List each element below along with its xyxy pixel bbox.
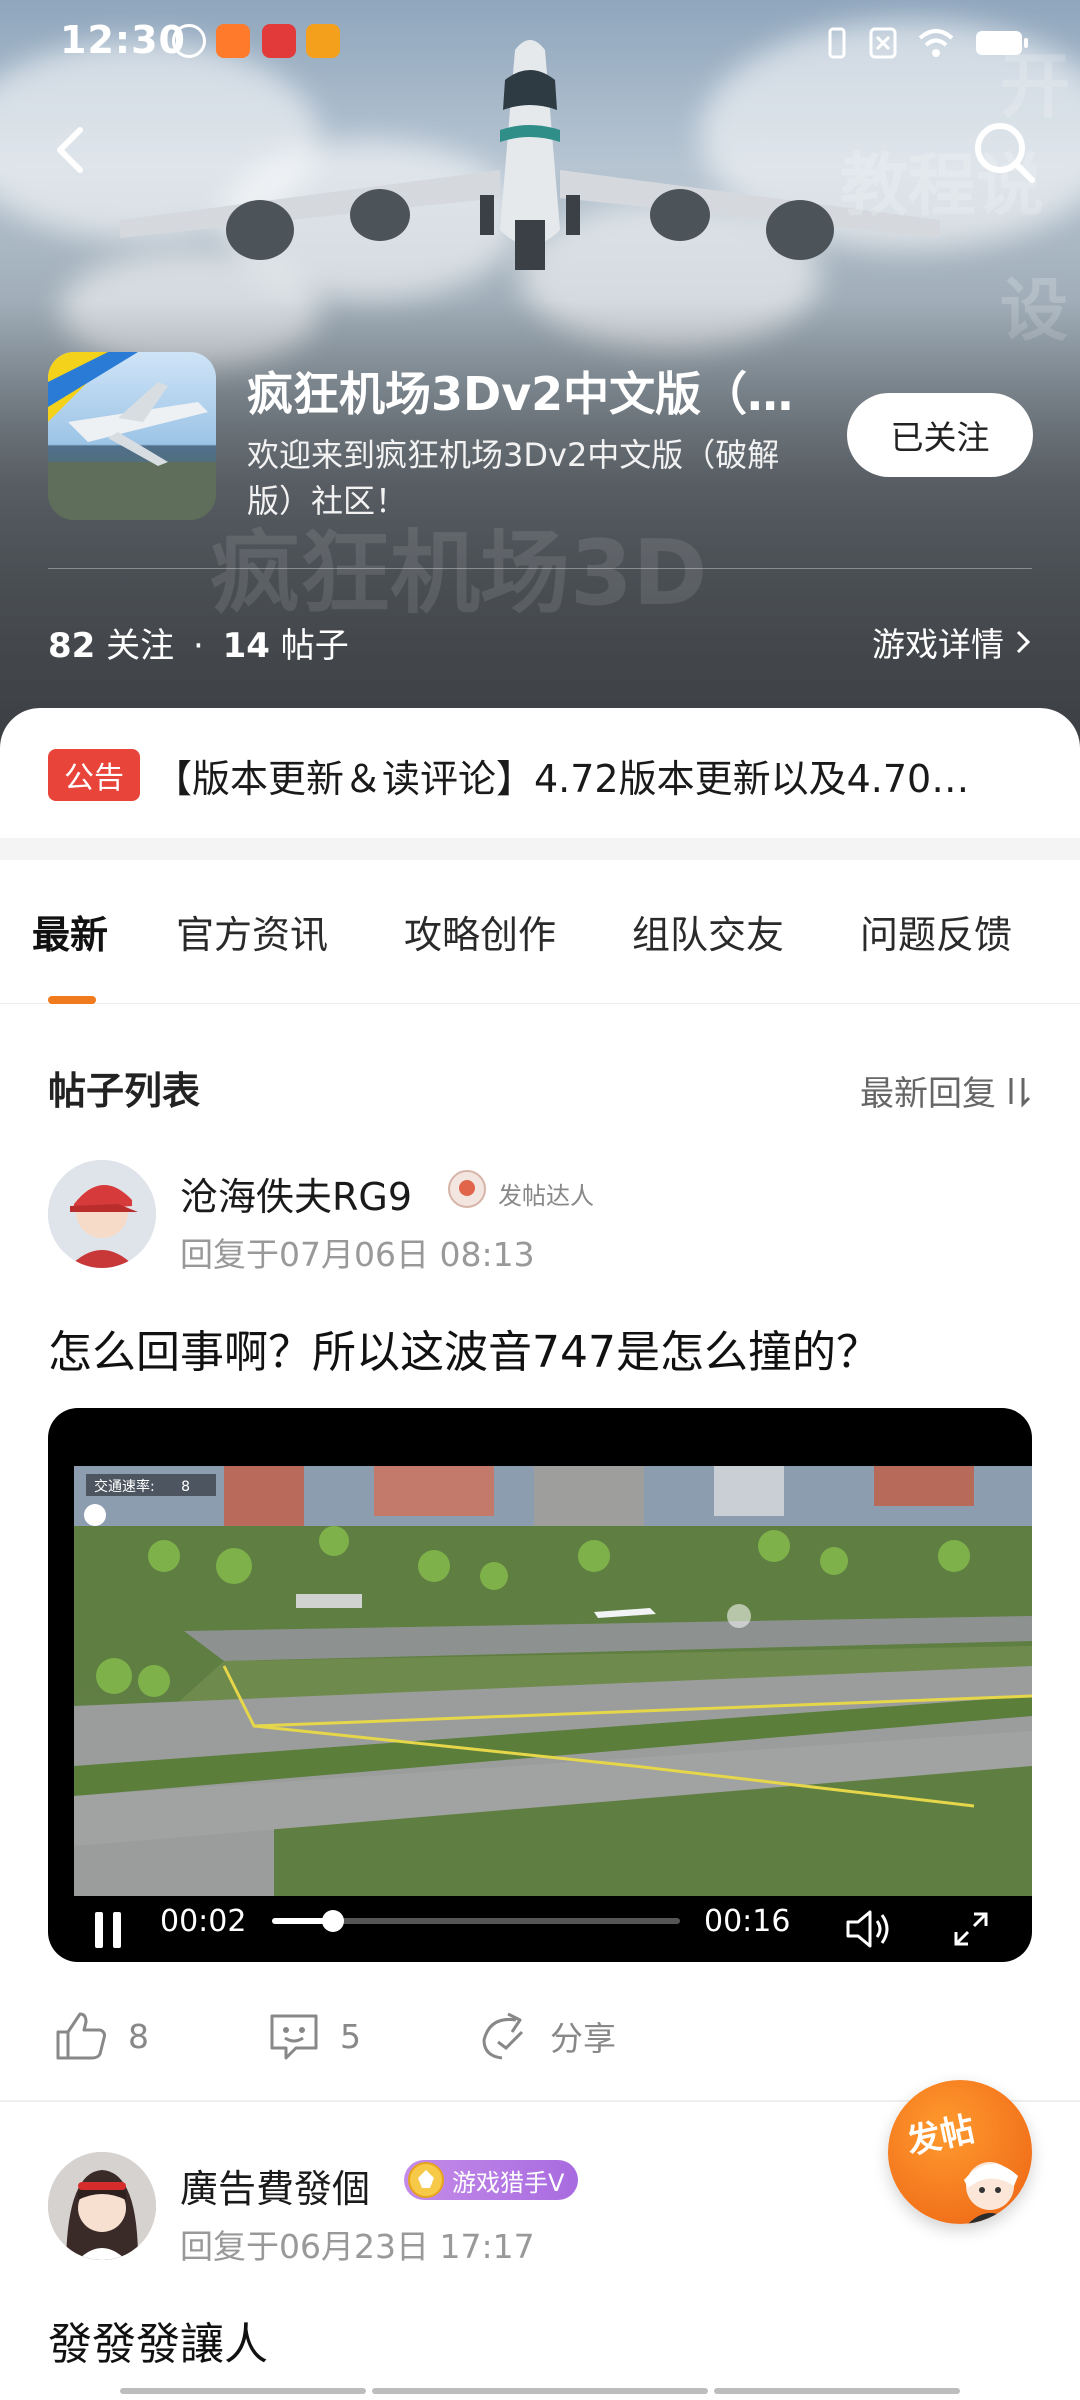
posts-count: 14 <box>222 626 270 666</box>
post-text[interactable]: 怎么回事啊？所以这波音747是怎么撞的？ <box>48 1316 880 1380</box>
post-list-title: 帖子列表 <box>48 1069 201 1113</box>
app-icon-orange <box>216 24 250 58</box>
notice-text: 【版本更新＆读评论】4.72版本更新以及4.70… <box>154 756 970 801</box>
video-progress-track[interactable] <box>272 1910 680 1932</box>
follow-button[interactable]: 已关注 <box>847 393 1033 477</box>
posts-label: 帖子 <box>280 626 349 666</box>
share-icon <box>482 2012 524 2060</box>
volume-icon[interactable] <box>844 1908 894 1950</box>
mascot-icon <box>964 2162 1018 2224</box>
vibrate-icon <box>828 27 846 59</box>
video-current-time: 00:02 <box>160 1904 247 1939</box>
section-divider <box>0 838 1080 860</box>
share-button[interactable]: 分享 <box>476 2010 616 2062</box>
post-time: 回复于07月06日 08:13 <box>180 1235 535 1274</box>
stats-separator: · <box>192 626 204 666</box>
comment-count: 5 <box>340 2016 361 2056</box>
avatar-illustration <box>48 1160 156 1268</box>
game-detail-label: 游戏详情 <box>872 625 1004 664</box>
pause-icon[interactable] <box>92 1910 124 1950</box>
post-badge-pill: 游戏猎手V <box>404 2160 579 2200</box>
home-indicator <box>120 2388 366 2394</box>
chevron-right-icon <box>1016 630 1031 654</box>
app-icon-video <box>306 24 340 58</box>
video-controls: 00:02 00:16 <box>48 1888 1032 1962</box>
avatar[interactable] <box>48 1160 156 1268</box>
post-author[interactable]: 廣告費發個 <box>180 2158 370 2213</box>
tab-indicator <box>48 996 96 1004</box>
followers-count: 82 <box>48 626 96 666</box>
status-bar: 12:30 <box>0 0 1080 84</box>
home-indicator <box>714 2388 960 2394</box>
like-button[interactable]: 8 <box>54 2010 149 2062</box>
notice-bar[interactable]: 公告 【版本更新＆读评论】4.72版本更新以及4.70… <box>48 747 1038 803</box>
video-overlay-badge: 交通速率: 8 <box>86 1474 216 1496</box>
k-icon <box>172 24 206 58</box>
game-icon[interactable] <box>48 352 216 520</box>
share-label: 分享 <box>550 2019 616 2058</box>
fullscreen-icon[interactable] <box>952 1910 990 1948</box>
video-progress-knob[interactable] <box>322 1910 345 1932</box>
game-description: 欢迎来到疯狂机场3Dv2中文版（破解版）社区！ <box>247 436 780 520</box>
video-record-indicator <box>84 1504 106 1526</box>
tab-feedback[interactable]: 问题反馈 <box>860 904 1012 959</box>
community-header: 开 教程说 设 疯狂机场3D 12:30 疯狂 <box>0 0 1080 760</box>
back-button[interactable] <box>40 118 104 182</box>
post-time: 回复于06月23日 17:17 <box>180 2227 535 2266</box>
comment-icon <box>270 2014 318 2060</box>
video-duration: 00:16 <box>704 1904 791 1939</box>
sort-button[interactable]: 最新回复 <box>860 1066 1032 1115</box>
header-divider <box>48 568 1032 569</box>
notice-tag: 公告 <box>48 749 140 801</box>
home-indicator <box>372 2388 708 2394</box>
search-button[interactable] <box>968 116 1040 188</box>
avatar[interactable] <box>48 2152 156 2260</box>
tab-guides[interactable]: 攻略创作 <box>404 904 556 959</box>
no-sim-icon <box>869 27 897 59</box>
video-overlay-label: 交通速率: <box>94 1479 155 1495</box>
avatar-illustration <box>48 2152 156 2260</box>
tab-bar: 最新 官方资讯 攻略创作 组队交友 问题反馈 <box>0 860 1080 1004</box>
post-text[interactable]: 發發發讓人 <box>48 2308 268 2372</box>
community-stats: 82 关注 · 14 帖子 <box>48 618 349 667</box>
tab-team-up[interactable]: 组队交友 <box>632 904 784 959</box>
game-hunter-icon <box>408 2162 444 2198</box>
wifi-icon <box>918 29 954 57</box>
post-actions: 8 5 分享 <box>0 2000 1080 2070</box>
airplane-icon <box>48 352 216 520</box>
post-badge: 游戏猎手V <box>452 2168 565 2197</box>
status-time: 12:30 <box>60 18 186 62</box>
tab-latest[interactable]: 最新 <box>32 904 108 959</box>
battery-icon <box>976 31 1028 55</box>
like-count: 8 <box>128 2016 149 2056</box>
comment-button[interactable]: 5 <box>266 2010 361 2062</box>
airport-scene-illustration <box>74 1466 1032 1896</box>
create-post-button[interactable]: 发帖 <box>888 2080 1032 2224</box>
post-badge: 发帖达人 <box>498 1182 594 1210</box>
sort-icon <box>1009 1077 1031 1108</box>
video-overlay-value: 8 <box>181 1479 191 1495</box>
status-right-icons <box>824 26 1030 60</box>
tab-official-news[interactable]: 官方资讯 <box>176 904 328 959</box>
followers-label: 关注 <box>106 626 175 666</box>
video-player[interactable]: 交通速率: 8 00:02 00:16 <box>48 1408 1032 1962</box>
game-detail-link[interactable]: 游戏详情 <box>872 618 1032 666</box>
app-icon-red <box>262 24 296 58</box>
game-title: 疯狂机场3Dv2中文版（… <box>247 367 794 421</box>
video-frame: 交通速率: 8 <box>74 1466 1032 1896</box>
sort-label: 最新回复 <box>860 1074 996 1114</box>
badge-icon <box>448 1170 486 1208</box>
post-author[interactable]: 沧海佚夫RG9 <box>180 1166 412 1221</box>
thumbs-up-icon <box>56 2012 106 2060</box>
